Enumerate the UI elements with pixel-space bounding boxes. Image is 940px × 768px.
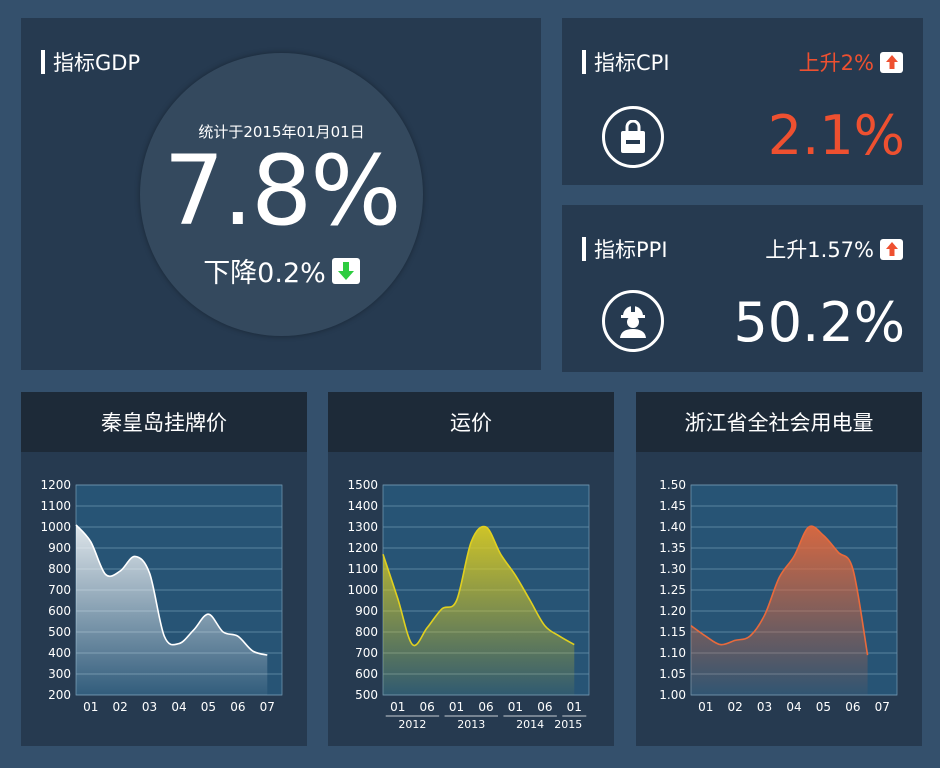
gdp-change-text: 下降0.2% (203, 258, 326, 289)
x-tick-label: 07 (260, 700, 275, 714)
x-tick-label: 01 (567, 700, 582, 714)
y-tick-label: 800 (48, 562, 71, 576)
arrow-up-icon (880, 51, 903, 73)
y-tick-label: 900 (48, 541, 71, 555)
shopping-bag-icon (602, 106, 664, 168)
cpi-title: 指标CPI (594, 51, 670, 75)
x-tick-label: 01 (698, 700, 713, 714)
x-tick-label: 06 (537, 700, 552, 714)
gdp-title: 指标GDP (53, 51, 141, 75)
chart-panel-freight: 运价 500 600 700 800 900 1000 1100 1200 1300 1400 15… (328, 392, 614, 746)
y-tick-label: 1.20 (659, 604, 686, 618)
y-tick-label: 1300 (347, 520, 378, 534)
x-tick-label: 01 (449, 700, 464, 714)
worker-icon (602, 290, 664, 352)
gdp-change: 下降0.2% (140, 251, 423, 290)
cpi-change: 上升2% (799, 47, 903, 77)
y-tick-label: 1.00 (659, 688, 686, 702)
freight-chart: 500 600 700 800 900 1000 1100 1200 1300 1400 1500 0… (347, 478, 590, 731)
arrow-down-icon (331, 257, 360, 284)
x-tick-label: 06 (230, 700, 245, 714)
y-tick-label: 1.40 (659, 520, 686, 534)
gdp-circle: 统计于2015年01月01日 7.8% 下降0.2% (140, 53, 423, 336)
year-group-label: 2014 (516, 718, 544, 731)
y-tick-label: 1.45 (659, 499, 686, 513)
y-tick-label: 1200 (347, 541, 378, 555)
y-tick-label: 900 (355, 604, 378, 618)
x-tick-label: 01 (390, 700, 405, 714)
ppi-panel: 指标PPI 上升1.57% 50.2% (562, 205, 923, 372)
y-tick-label: 700 (48, 583, 71, 597)
y-tick-label: 1.05 (659, 667, 686, 681)
cpi-change-text: 上升2% (798, 51, 874, 75)
gdp-value: 7.8% (163, 135, 402, 247)
year-group-label: 2012 (398, 718, 426, 731)
y-tick-label: 1.30 (659, 562, 686, 576)
y-tick-label: 200 (48, 688, 71, 702)
y-tick-label: 1200 (40, 478, 71, 492)
y-tick-label: 1.50 (659, 478, 686, 492)
x-tick-label: 02 (728, 700, 743, 714)
x-tick-label: 04 (786, 700, 801, 714)
x-tick-label: 01 (508, 700, 523, 714)
title-marker (41, 50, 45, 74)
y-tick-label: 1100 (347, 562, 378, 576)
x-tick-label: 04 (171, 700, 186, 714)
y-tick-label: 400 (48, 646, 71, 660)
y-tick-label: 1.10 (659, 646, 686, 660)
chart-panel-electricity: 浙江省全社会用电量 1.00 1.05 1.10 1.15 1.20 1.25 1.30 1.… (636, 392, 922, 746)
ppi-change: 上升1.57% (765, 234, 903, 264)
chart-panel-coal-price: 秦皇岛挂牌价 200 300 400 500 600 700 800 900 1000 1100 1… (21, 392, 307, 746)
y-tick-label: 600 (355, 667, 378, 681)
y-tick-label: 1000 (347, 583, 378, 597)
y-tick-label: 500 (355, 688, 378, 702)
chart-title: 运价 (328, 392, 614, 452)
x-tick-label: 06 (845, 700, 860, 714)
title-marker (582, 237, 586, 261)
x-tick-label: 07 (875, 700, 890, 714)
y-tick-label: 1100 (40, 499, 71, 513)
arrow-up-icon (880, 238, 903, 260)
x-tick-label: 01 (83, 700, 98, 714)
x-tick-label: 03 (142, 700, 157, 714)
ppi-value: 50.2% (733, 291, 905, 354)
y-tick-label: 1.15 (659, 625, 686, 639)
title-marker (582, 50, 586, 74)
ppi-title: 指标PPI (594, 238, 668, 262)
gdp-title-row: 指标GDP (41, 47, 140, 77)
ppi-change-text: 上升1.57% (765, 238, 874, 262)
chart-title: 秦皇岛挂牌价 (21, 392, 307, 452)
chart-title: 浙江省全社会用电量 (636, 392, 922, 452)
ppi-title-row: 指标PPI (582, 234, 668, 264)
x-tick-label: 02 (113, 700, 128, 714)
y-tick-label: 300 (48, 667, 71, 681)
y-tick-label: 1.25 (659, 583, 686, 597)
y-tick-label: 1400 (347, 499, 378, 513)
x-tick-label: 05 (816, 700, 831, 714)
year-group-label: 2013 (457, 718, 485, 731)
gdp-panel: 指标GDP 统计于2015年01月01日 7.8% 下降0.2% (21, 18, 541, 370)
y-tick-label: 1000 (40, 520, 71, 534)
y-tick-label: 700 (355, 646, 378, 660)
cpi-value: 2.1% (767, 104, 905, 167)
y-tick-label: 1500 (347, 478, 378, 492)
electricity-chart: 1.00 1.05 1.10 1.15 1.20 1.25 1.30 1.35 1.40 1.45… (659, 478, 898, 714)
y-tick-label: 500 (48, 625, 71, 639)
y-tick-label: 1.35 (659, 541, 686, 555)
x-tick-label: 03 (757, 700, 772, 714)
cpi-panel: 指标CPI 上升2% 2.1% (562, 18, 923, 185)
x-tick-label: 06 (420, 700, 435, 714)
x-tick-label: 05 (201, 700, 216, 714)
x-tick-label: 06 (478, 700, 493, 714)
y-tick-label: 800 (355, 625, 378, 639)
year-group-label: 2015 (554, 718, 582, 731)
coal-price-chart: 200 300 400 500 600 700 800 900 1000 1100 1200 01 02… (40, 478, 283, 714)
cpi-title-row: 指标CPI (582, 47, 670, 77)
y-tick-label: 600 (48, 604, 71, 618)
